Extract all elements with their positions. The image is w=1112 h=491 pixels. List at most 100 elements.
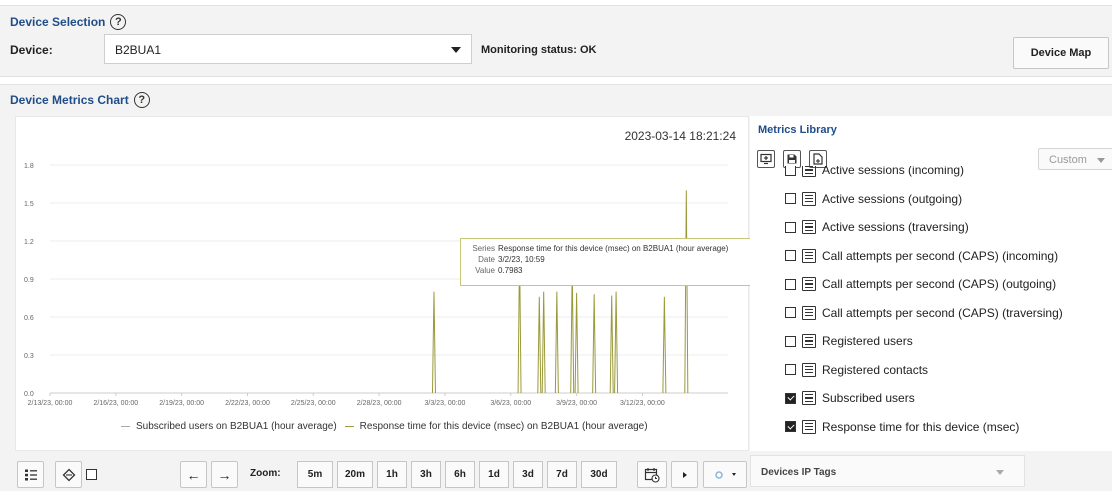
next-arrow-button[interactable]: → <box>211 461 238 488</box>
x-tick-label: 2/22/23, 00:00 <box>225 400 270 407</box>
tooltip-value-value: 0.7983 <box>498 266 523 275</box>
response-time-spike[interactable] <box>609 295 614 394</box>
device-selection-title: Device Selection ? <box>10 14 127 30</box>
metric-list-icon <box>802 220 816 234</box>
x-tick-label: 3/12/23, 00:00 <box>620 400 665 407</box>
zoom-label: Zoom: <box>250 468 281 479</box>
metric-list-icon <box>802 391 816 405</box>
tooltip-series-value: Response time for this device (msec) on … <box>498 244 729 253</box>
zoom-button-7d[interactable]: 7d <box>547 461 577 488</box>
legend-item-response-time[interactable]: Response time for this device (msec) on … <box>360 421 648 432</box>
devices-ip-tags-label: Devices IP Tags <box>761 467 837 478</box>
device-metrics-title: Device Metrics Chart ? <box>10 92 150 108</box>
help-icon[interactable]: ? <box>110 14 127 30</box>
checkbox[interactable] <box>785 221 796 233</box>
x-tick-label: 2/13/23, 00:00 <box>28 400 73 407</box>
metric-item-label: Active sessions (incoming) <box>822 166 965 177</box>
x-tick-label: 3/9/23, 00:00 <box>556 400 597 407</box>
metric-item-label: Response time for this device (msec) <box>822 419 1020 434</box>
refresh-select[interactable] <box>703 461 747 488</box>
metric-list-icon <box>802 166 816 177</box>
metric-item-label: Call attempts per second (CAPS) (travers… <box>822 305 1063 320</box>
device-select-value: B2BUA1 <box>115 43 162 57</box>
play-icon[interactable] <box>671 461 698 488</box>
eraser-icon[interactable] <box>55 461 82 488</box>
monitor-add-icon[interactable] <box>757 150 775 168</box>
zoom-button-30d[interactable]: 30d <box>581 461 617 488</box>
y-tick-label: 1.2 <box>24 239 34 246</box>
custom-select-value: Custom <box>1049 154 1087 166</box>
metric-item[interactable]: Active sessions (incoming) <box>785 166 964 180</box>
checkbox-checked[interactable] <box>785 392 796 404</box>
metric-list-icon <box>802 419 816 434</box>
y-tick-label: 0.0 <box>24 391 34 398</box>
tooltip-date-label: Date <box>478 255 495 264</box>
x-tick-label: 2/19/23, 00:00 <box>159 400 204 407</box>
legend-swatch <box>121 425 130 428</box>
zoom-button-1h[interactable]: 1h <box>377 461 407 488</box>
metric-item-label: Call attempts per second (CAPS) (outgoin… <box>822 277 1057 291</box>
checkbox[interactable] <box>785 364 796 375</box>
zoom-button-3d[interactable]: 3d <box>513 461 543 488</box>
response-time-spike[interactable] <box>684 190 689 394</box>
metric-item[interactable]: Registered contacts <box>785 360 928 380</box>
y-tick-label: 0.9 <box>24 277 34 284</box>
zoom-button-5m[interactable]: 5m <box>297 461 333 488</box>
zoom-button-20m[interactable]: 20m <box>337 461 373 488</box>
tooltip-date-value: 3/2/23, 10:59 <box>498 255 545 264</box>
response-time-spike[interactable] <box>541 291 546 394</box>
toolbar-checkbox[interactable] <box>86 469 97 480</box>
checkbox[interactable] <box>785 250 796 261</box>
metric-item[interactable]: Call attempts per second (CAPS) (incomin… <box>785 246 1058 266</box>
metric-item[interactable]: Registered users <box>785 331 913 351</box>
tooltip-value-label: Value <box>475 266 495 275</box>
metric-list-icon <box>802 362 816 377</box>
response-time-spike[interactable] <box>614 291 619 394</box>
y-tick-label: 0.3 <box>24 353 34 360</box>
zoom-button-1d[interactable]: 1d <box>479 461 509 488</box>
help-icon[interactable]: ? <box>133 92 150 108</box>
caret-down-icon <box>1097 158 1105 163</box>
response-time-spike[interactable] <box>592 294 597 394</box>
zoom-button-6h[interactable]: 6h <box>445 461 475 488</box>
prev-arrow-button[interactable]: ← <box>180 461 207 488</box>
metric-item[interactable]: Response time for this device (msec) <box>785 417 1019 437</box>
response-time-spike[interactable] <box>554 291 559 394</box>
device-label: Device: <box>10 43 53 57</box>
metrics-list[interactable]: Active sessions (incoming) Active session… <box>785 166 1105 451</box>
caret-down-icon <box>451 47 461 53</box>
metric-list-icon <box>802 305 816 320</box>
checkbox[interactable] <box>785 193 796 204</box>
zoom-button-3h[interactable]: 3h <box>411 461 441 488</box>
metric-item-label: Registered users <box>822 334 913 348</box>
metric-item-label: Active sessions (traversing) <box>822 220 969 234</box>
metric-item[interactable]: Active sessions (traversing) <box>785 217 969 237</box>
metric-item[interactable]: Active sessions (outgoing) <box>785 189 962 209</box>
x-tick-label: 2/28/23, 00:00 <box>357 400 402 407</box>
checkbox[interactable] <box>785 278 796 290</box>
x-tick-label: 3/6/23, 00:00 <box>490 400 531 407</box>
checkbox[interactable] <box>785 307 796 318</box>
metric-item[interactable]: Subscribed users <box>785 388 915 408</box>
device-metrics-title-text: Device Metrics Chart <box>10 93 129 107</box>
response-time-spike[interactable] <box>662 296 667 394</box>
response-time-spike[interactable] <box>574 292 579 394</box>
device-select[interactable]: B2BUA1 <box>104 34 472 64</box>
calendar-clock-icon[interactable] <box>637 461 667 488</box>
devices-ip-tags-select[interactable]: Devices IP Tags <box>750 455 1025 487</box>
device-map-button[interactable]: Device Map <box>1013 37 1109 69</box>
legend-item-subscribed-users[interactable]: Subscribed users on B2BUA1 (hour average… <box>136 421 337 432</box>
checkbox-checked[interactable] <box>785 421 796 432</box>
metric-list-icon <box>802 191 816 206</box>
metric-item-label: Call attempts per second (CAPS) (incomin… <box>822 248 1059 263</box>
response-time-spike[interactable] <box>431 291 436 394</box>
checkbox[interactable] <box>785 166 796 176</box>
monitoring-status: Monitoring status: OK <box>481 44 597 56</box>
metrics-library-title: Metrics Library <box>758 124 837 136</box>
metric-item[interactable]: Call attempts per second (CAPS) (travers… <box>785 303 1063 323</box>
list-view-icon[interactable] <box>17 461 44 488</box>
response-time-spike[interactable] <box>537 296 542 394</box>
metric-item[interactable]: Call attempts per second (CAPS) (outgoin… <box>785 274 1056 294</box>
legend-swatch <box>344 425 354 428</box>
checkbox[interactable] <box>785 335 796 347</box>
